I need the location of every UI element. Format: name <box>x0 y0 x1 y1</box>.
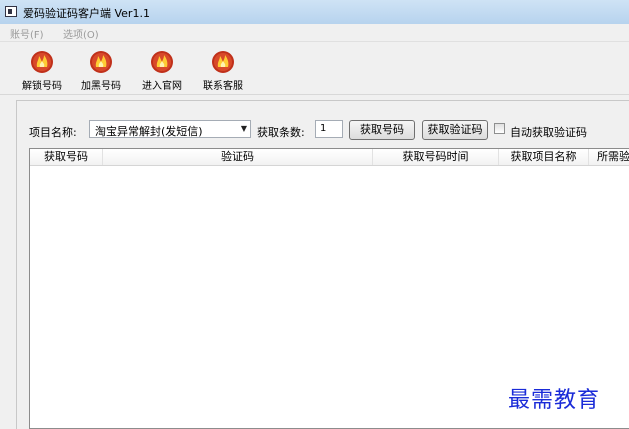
column-header-number[interactable]: 获取号码 <box>30 149 103 165</box>
title-bar[interactable]: 爱码验证码客户端 Ver1.1 <box>0 0 629 24</box>
get-code-button[interactable]: 获取验证码 <box>422 120 488 140</box>
menu-bar: 账号(F) 选项(O) <box>0 24 629 42</box>
auto-code-label: 自动获取验证码 <box>510 126 587 139</box>
list-header: 获取号码 验证码 获取号码时间 获取项目名称 所需验 <box>30 149 629 166</box>
main-panel: 项目名称: 淘宝异常解封(发短信) ▼ 获取条数: 1 获取号码 获取验证码 自… <box>16 100 629 429</box>
official-site-button[interactable]: 进入官网 <box>132 50 192 94</box>
column-header-code[interactable]: 验证码 <box>103 149 373 165</box>
window-title: 爱码验证码客户端 Ver1.1 <box>23 7 150 20</box>
project-label: 项目名称: <box>29 126 77 139</box>
flame-icon <box>212 51 234 73</box>
blacklist-number-label: 加黑号码 <box>81 81 121 92</box>
column-header-project[interactable]: 获取项目名称 <box>499 149 589 165</box>
count-input[interactable]: 1 <box>315 120 343 138</box>
chevron-down-icon: ▼ <box>240 124 247 133</box>
project-select-value: 淘宝异常解封(发短信) <box>95 125 203 138</box>
toolbar: 解锁号码 加黑号码 进入官网 联系客服 <box>0 42 629 94</box>
flame-icon <box>151 51 173 73</box>
auto-code-checkbox[interactable] <box>494 123 505 134</box>
toolbar-divider <box>0 94 629 95</box>
flame-icon <box>90 51 112 73</box>
project-select[interactable]: 淘宝异常解封(发短信) ▼ <box>89 120 251 138</box>
unlock-number-button[interactable]: 解锁号码 <box>12 50 72 94</box>
column-header-required[interactable]: 所需验 <box>589 149 629 165</box>
menu-options[interactable]: 选项(O) <box>63 26 99 41</box>
unlock-number-label: 解锁号码 <box>22 81 62 92</box>
count-label: 获取条数: <box>257 126 305 139</box>
app-icon <box>5 6 17 17</box>
contact-support-button[interactable]: 联系客服 <box>193 50 253 94</box>
contact-support-label: 联系客服 <box>203 81 243 92</box>
menu-account[interactable]: 账号(F) <box>10 26 44 41</box>
column-header-time[interactable]: 获取号码时间 <box>373 149 499 165</box>
flame-icon <box>31 51 53 73</box>
official-site-label: 进入官网 <box>142 81 182 92</box>
get-number-button[interactable]: 获取号码 <box>349 120 415 140</box>
watermark: 最需教育 <box>508 388 601 413</box>
blacklist-number-button[interactable]: 加黑号码 <box>71 50 131 94</box>
